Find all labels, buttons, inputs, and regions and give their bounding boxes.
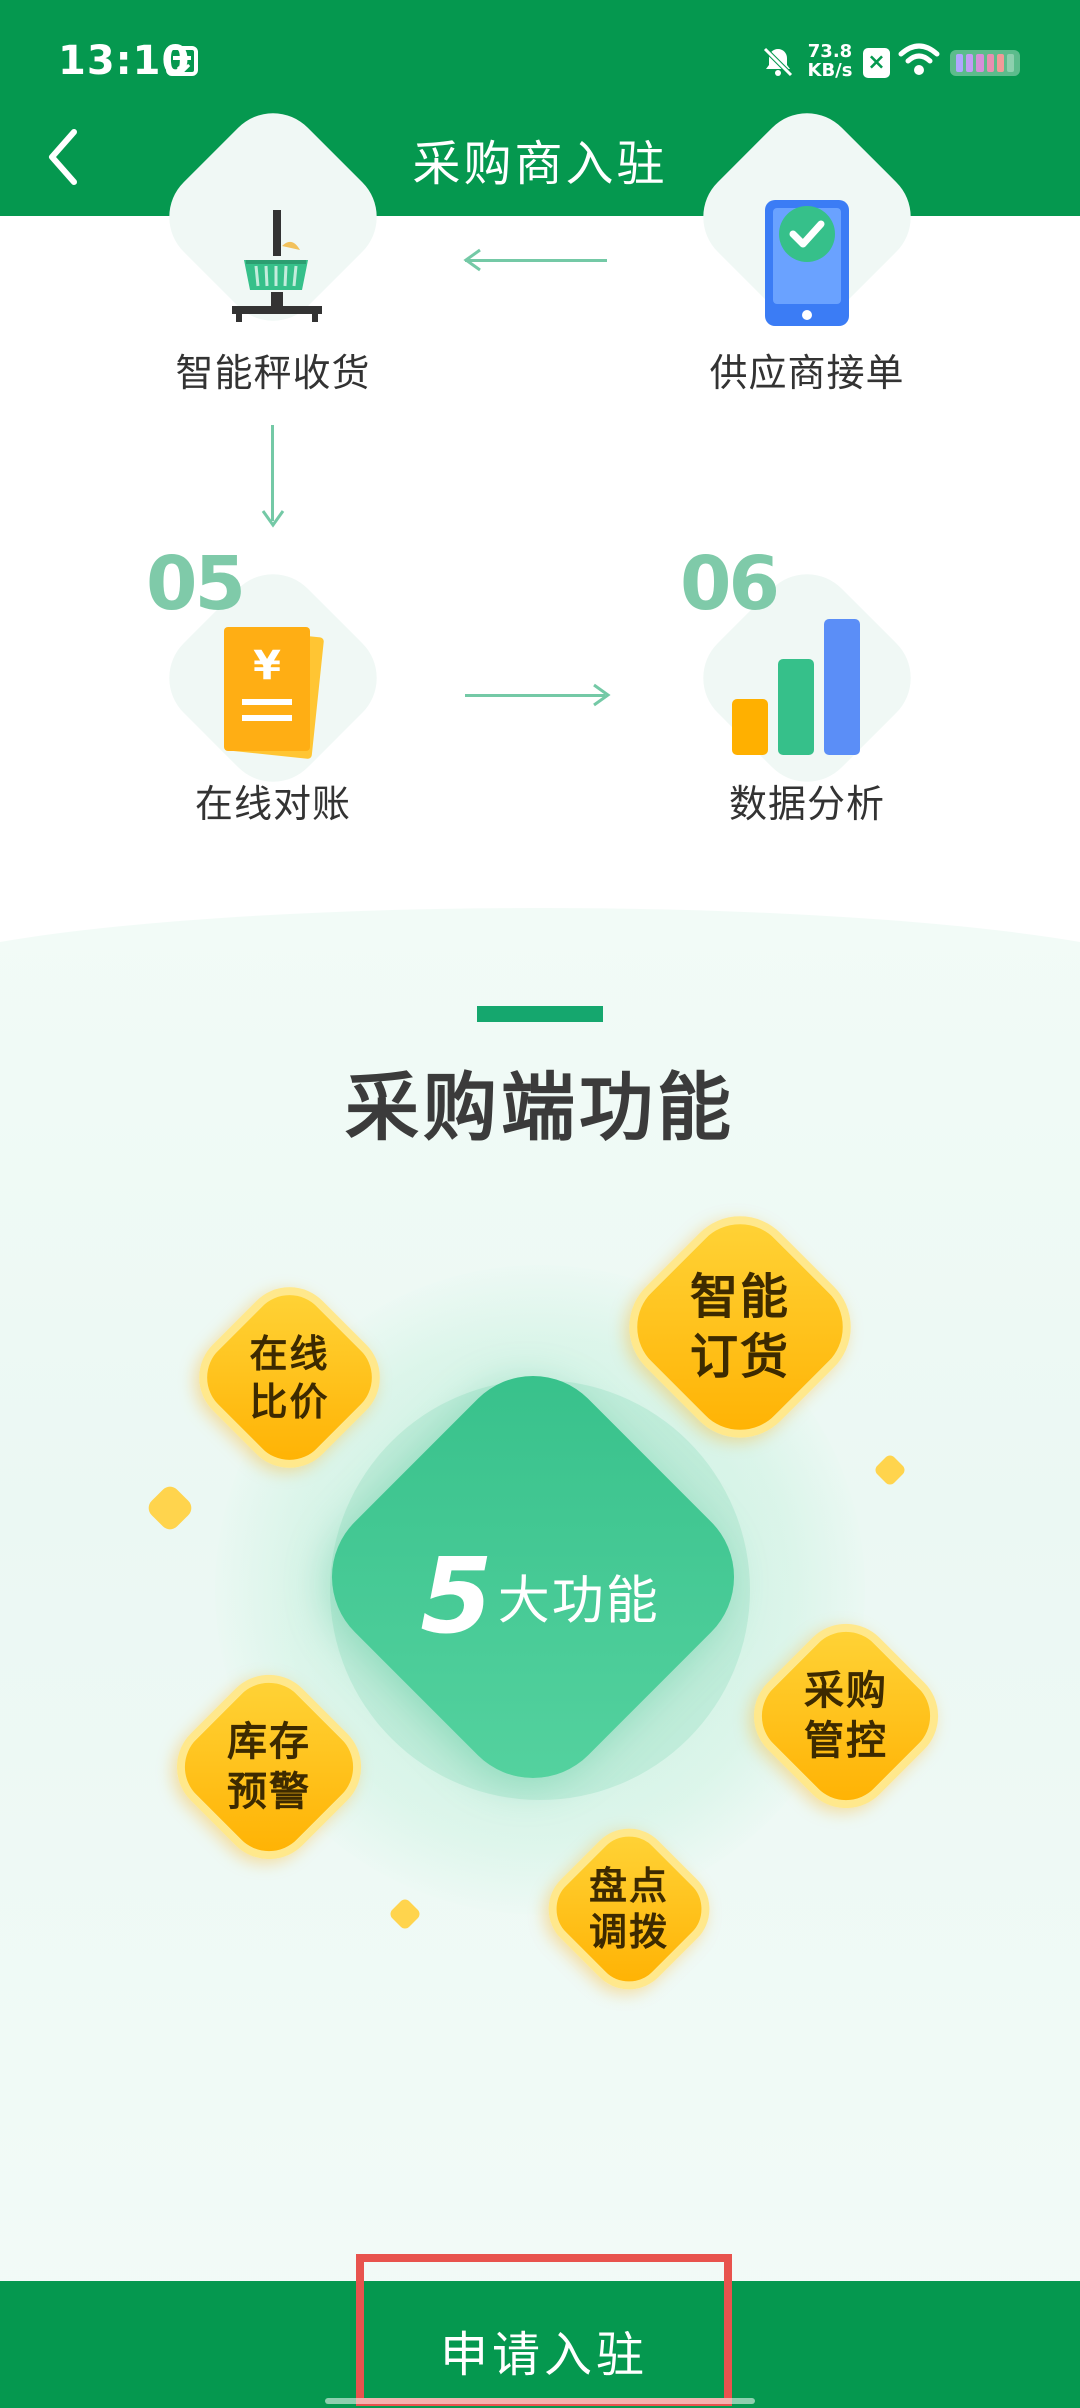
smart-scale-icon [232, 210, 322, 322]
flow-arrow-left [465, 259, 607, 262]
apply-join-button[interactable]: 申请入驻 [356, 2254, 732, 2406]
flow-step-label: 在线对账 [194, 782, 351, 826]
section-accent-bar [477, 1006, 603, 1022]
arrow-head-down [261, 510, 285, 528]
flow-step-supplier-accept: 供应商接单 [662, 92, 952, 395]
feature-purchase-control: 采购 管控 [734, 1604, 958, 1828]
features-title: 采购端功能 [345, 1065, 735, 1151]
feature-label-line: 订货 [689, 1329, 790, 1385]
svg-text:¥: ¥ [253, 643, 281, 689]
feature-label-line: 预警 [227, 1769, 311, 1815]
flow-step-number: 06 [680, 541, 780, 627]
battery-icon [950, 50, 1020, 76]
feature-stock-alert: 库存 预警 [157, 1655, 381, 1879]
feature-inventory-transfer: 盘点 调拨 [531, 1811, 727, 2007]
feature-online-compare: 在线 比价 [179, 1267, 400, 1488]
flow-arrow-right [465, 694, 605, 697]
calendar-icon [166, 46, 198, 76]
close-box-icon: × [863, 48, 890, 78]
center-feature-count: 5 大功能 [360, 1535, 720, 1657]
arrow-head-right [593, 683, 611, 707]
flow-step-data-analysis: 06 数据分析 [662, 541, 952, 826]
bar-chart-icon [732, 619, 860, 755]
feature-label-line: 盘点 [588, 1864, 669, 1908]
network-speed: 73.8 KB/s [803, 42, 857, 80]
app-screen: 13:10 73.8 KB/s × 采购商入驻 智能秤收货 供应商接单 05 ¥… [0, 0, 1080, 2408]
flow-step-label: 数据分析 [728, 782, 885, 826]
feature-label-line: 比价 [249, 1379, 330, 1424]
wifi-icon [898, 43, 940, 75]
speed-unit: KB/s [807, 60, 853, 81]
bill-yen-icon: ¥ [224, 627, 324, 759]
feature-label-line: 调拨 [588, 1910, 669, 1954]
feature-count-label: 大功能 [497, 1571, 660, 1632]
feature-label-line: 库存 [227, 1719, 311, 1765]
home-indicator[interactable] [325, 2398, 755, 2404]
feature-smart-order: 智能 订货 [605, 1192, 875, 1462]
feature-count-number: 5 [420, 1535, 493, 1657]
flow-step-number: 05 [146, 541, 246, 627]
feature-label-line: 在线 [249, 1331, 330, 1376]
feature-label-line: 采购 [804, 1668, 888, 1714]
flow-step-label: 智能秤收货 [175, 351, 371, 395]
flow-step-smart-scale: 智能秤收货 [128, 92, 418, 395]
speed-value: 73.8 [807, 41, 853, 62]
phone-check-icon [765, 200, 849, 326]
feature-label-line: 智能 [689, 1269, 790, 1325]
feature-label-line: 管控 [804, 1718, 888, 1764]
arrow-head-left [463, 248, 481, 272]
mute-bell-icon [763, 47, 793, 77]
flow-step-label: 供应商接单 [709, 351, 905, 395]
flow-step-online-reconcile: 05 ¥ 在线对账 [128, 541, 418, 826]
